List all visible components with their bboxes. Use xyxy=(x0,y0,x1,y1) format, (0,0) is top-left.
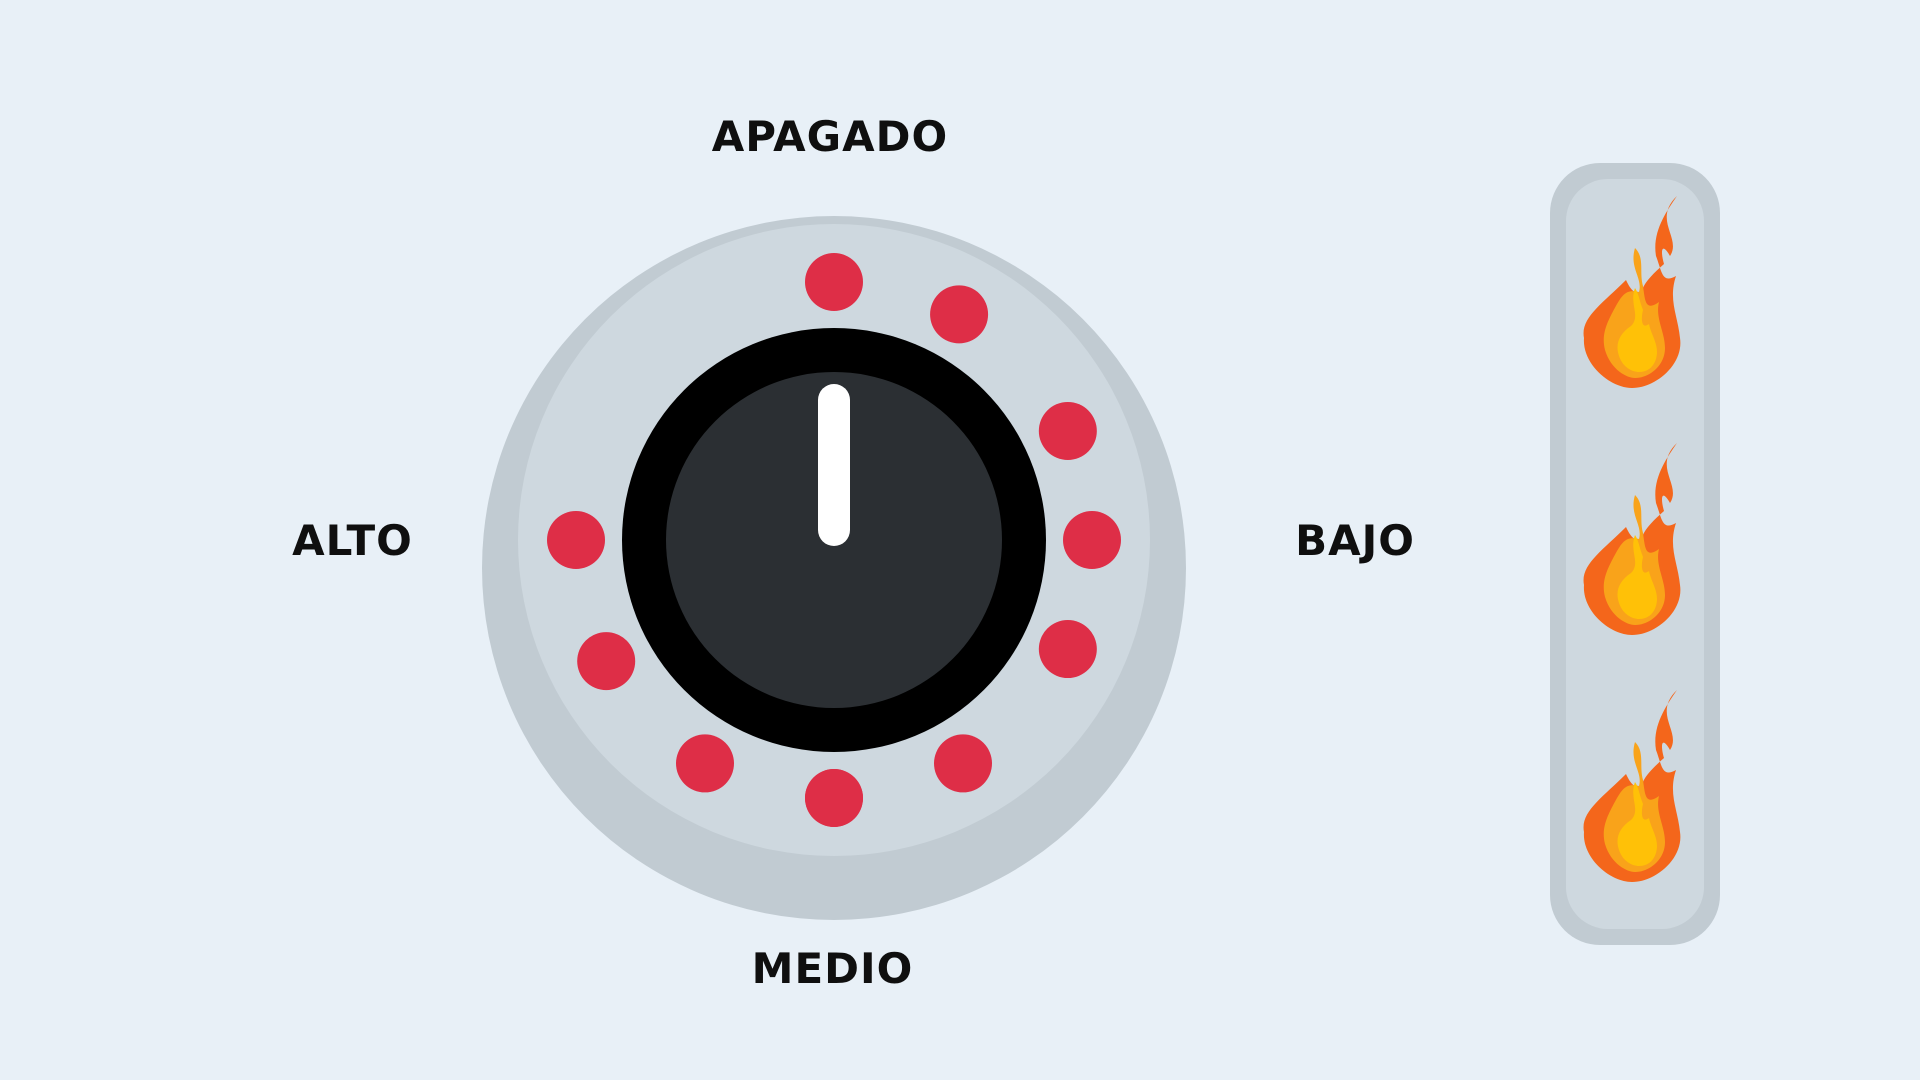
label-bajo: BAJO xyxy=(1295,516,1415,565)
indicator-dot xyxy=(805,253,863,311)
indicator-dot xyxy=(805,769,863,827)
indicator-dot xyxy=(930,285,989,344)
indicator-dot xyxy=(934,734,992,793)
indicator-dot xyxy=(676,734,734,793)
indicator-dot xyxy=(1038,620,1097,679)
label-medio: MEDIO xyxy=(751,944,914,993)
indicator-dot xyxy=(1038,401,1097,460)
indicator-dot xyxy=(547,511,605,569)
label-alto: ALTO xyxy=(292,516,413,565)
indicator-dot xyxy=(577,632,636,691)
indicator-dot xyxy=(1063,511,1121,569)
stove-dial-scene: APAGADO ALTO BAJO MEDIO xyxy=(0,0,1920,1080)
heat-dial[interactable] xyxy=(470,210,1190,930)
dial-knob[interactable] xyxy=(622,328,1046,752)
label-apagado: APAGADO xyxy=(711,112,949,161)
flame-panel xyxy=(1550,163,1720,945)
